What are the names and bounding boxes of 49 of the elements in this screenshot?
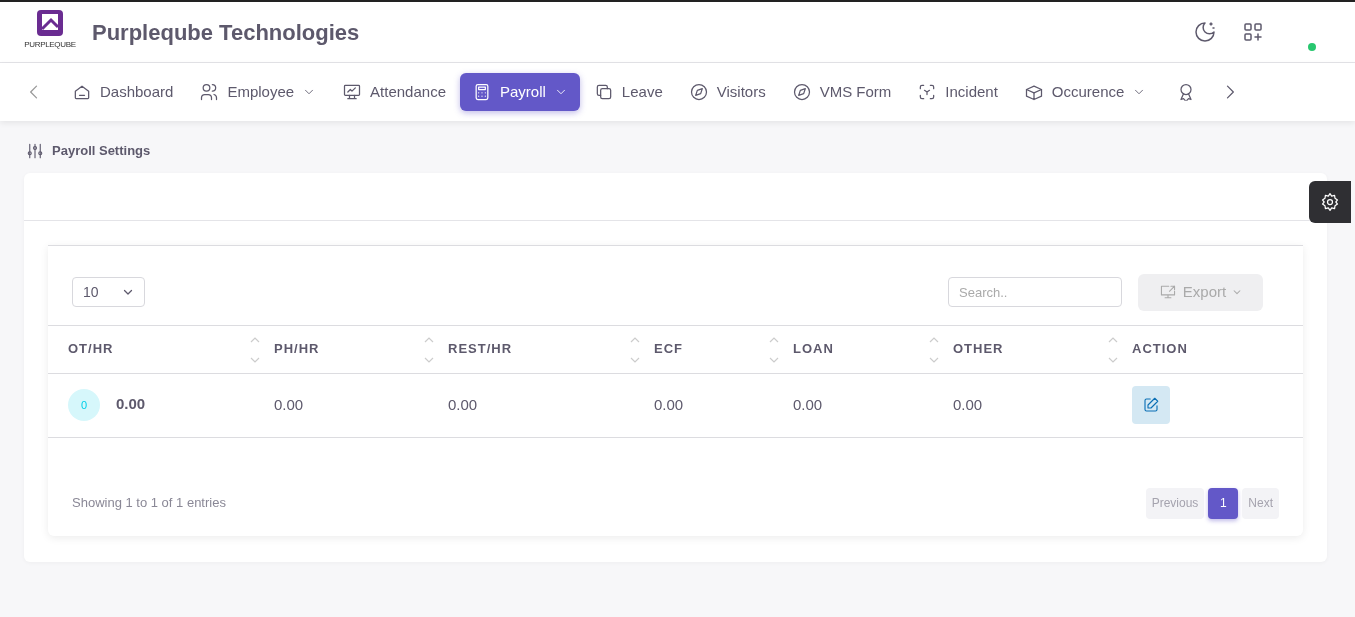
logo-icon — [36, 9, 64, 39]
settings-icon — [1320, 192, 1340, 212]
logo-text: PURPLEQUBE — [24, 39, 76, 51]
column-header[interactable]: PH/HR — [274, 325, 448, 373]
page-title: Payroll Settings — [52, 142, 151, 160]
compass-icon — [688, 82, 709, 102]
nav-tab[interactable]: Occurence — [1011, 72, 1159, 112]
apps-grid-icon[interactable] — [1241, 20, 1265, 44]
table-cell: 0.00 — [793, 395, 823, 413]
monitor-share-icon — [1158, 284, 1177, 300]
entries-info: Showing 1 to 1 of 1 entries — [72, 494, 226, 513]
avatar: 0 — [68, 389, 100, 421]
page-button[interactable]: 1 — [1208, 487, 1239, 519]
sort-arrows-icon — [250, 335, 260, 364]
page-size-select[interactable]: 10 — [72, 277, 145, 307]
column-header[interactable]: OTHER — [953, 325, 1132, 373]
sort-arrows-icon — [630, 335, 640, 364]
column-header[interactable]: REST/HR — [448, 325, 654, 373]
compass-icon — [791, 82, 812, 102]
sort-arrows-icon — [929, 335, 939, 364]
users-icon — [199, 82, 220, 102]
nav-tab[interactable]: Visitors — [676, 72, 778, 112]
column-header: ACTION — [1132, 325, 1303, 373]
moon-icon[interactable] — [1193, 20, 1217, 44]
table-cell: 0.00 — [654, 395, 684, 413]
chevron-down-icon — [1232, 287, 1243, 297]
table-cell: 0.00 — [116, 394, 146, 412]
sort-arrows-icon — [769, 335, 779, 364]
nav-tab[interactable]: Leave — [581, 72, 675, 112]
nav-tab[interactable]: Dashboard — [60, 72, 186, 112]
table-cell: 0.00 — [953, 395, 983, 413]
company-title: Purpleqube Technologies — [92, 18, 360, 47]
nav-tab[interactable]: Employee — [187, 72, 329, 112]
chart-monitor-icon — [342, 82, 363, 102]
edit-icon — [1142, 396, 1160, 414]
column-header[interactable]: OT/HR — [48, 325, 274, 373]
sort-arrows-icon — [1108, 335, 1118, 364]
settings-button[interactable] — [1309, 181, 1351, 223]
sort-arrows-icon — [424, 335, 434, 364]
nav-tab[interactable]: Attendance — [330, 72, 458, 112]
column-header[interactable]: ECF — [654, 325, 793, 373]
column-header[interactable]: LOAN — [793, 325, 953, 373]
table-cell: 0.00 — [274, 395, 304, 413]
nav-tab[interactable]: Payroll — [460, 72, 580, 112]
table-cell: 0.00 — [448, 395, 478, 413]
nav-tab[interactable]: VMS Form — [779, 72, 904, 112]
nav-tab[interactable]: Incident — [905, 72, 1010, 112]
search-field[interactable]: Search.. — [948, 277, 1122, 307]
sliders-icon — [26, 141, 44, 160]
